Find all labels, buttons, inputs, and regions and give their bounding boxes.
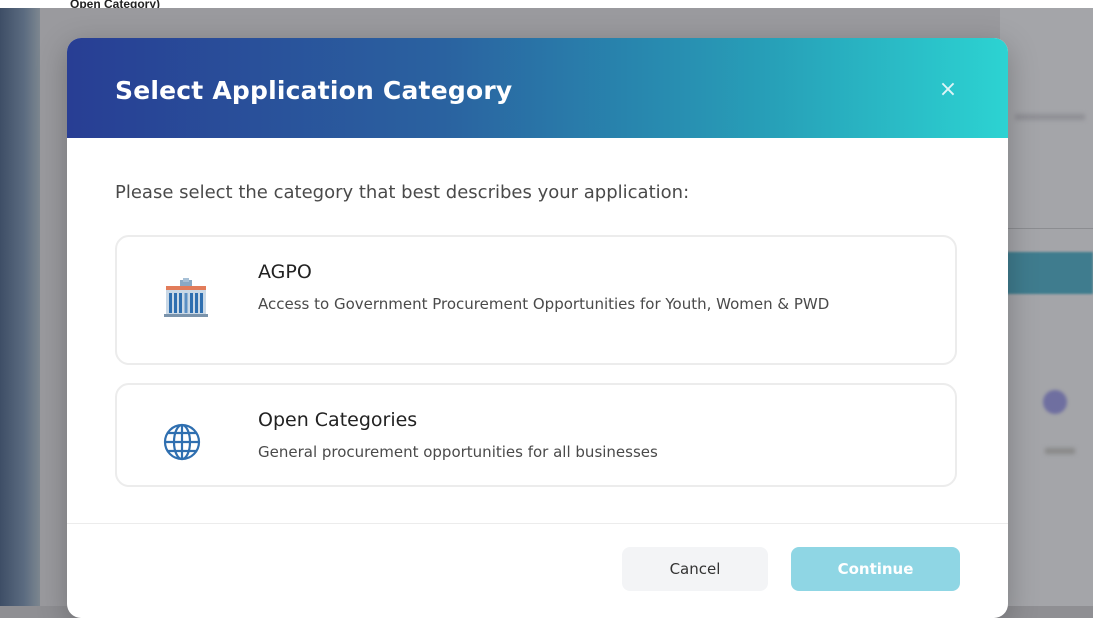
background-blurred-text [1015, 114, 1085, 120]
close-button[interactable]: × [936, 78, 960, 102]
modal-header: Select Application Category × [67, 38, 1008, 138]
background-teal-bar [1000, 252, 1093, 294]
option-description: General procurement opportunities for al… [258, 443, 658, 461]
close-icon: × [938, 77, 958, 102]
globe-icon [162, 422, 202, 466]
building-icon [162, 278, 210, 322]
background-top-strip [0, 0, 1093, 8]
modal-body: Please select the category that best des… [67, 138, 1008, 203]
continue-button[interactable]: Continue [791, 547, 960, 591]
select-category-modal: Select Application Category × Please sel… [67, 38, 1008, 618]
option-agpo[interactable]: AGPO Access to Government Procurement Op… [115, 235, 957, 365]
footer-divider [67, 523, 1008, 524]
cancel-button[interactable]: Cancel [622, 547, 768, 591]
background-right-panel [1000, 8, 1093, 606]
background-step-circle [1043, 390, 1067, 414]
option-description: Access to Government Procurement Opportu… [258, 295, 830, 313]
category-prompt: Please select the category that best des… [115, 182, 690, 203]
option-title: AGPO [258, 261, 312, 283]
background-blurred-text [1045, 448, 1075, 454]
background-divider [1000, 228, 1093, 229]
background-sidebar [0, 8, 40, 606]
modal-title: Select Application Category [115, 76, 513, 105]
option-open-categories[interactable]: Open Categories General procurement oppo… [115, 383, 957, 487]
option-title: Open Categories [258, 409, 418, 431]
